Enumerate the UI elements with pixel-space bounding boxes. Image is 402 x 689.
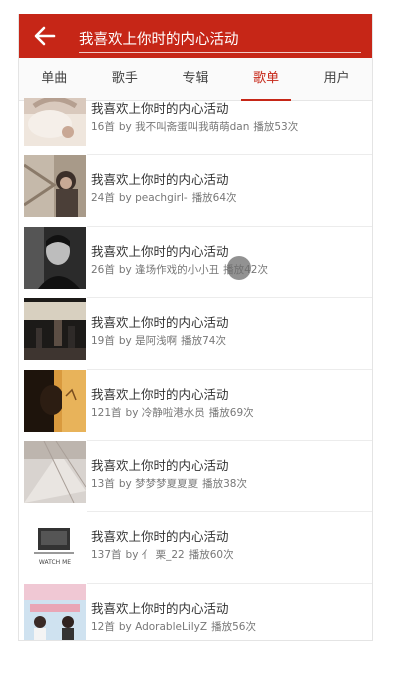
search-input[interactable] — [79, 24, 361, 53]
playlist-meta: 12首 by AdorableLilyZ 播放56次 — [91, 619, 260, 634]
play-count: 播放60次 — [188, 549, 234, 562]
playlist-title: 我喜欢上你时的内心活动 — [91, 172, 229, 188]
playlist-title: 我喜欢上你时的内心活动 — [91, 600, 229, 616]
play-count: 播放56次 — [211, 620, 256, 633]
playlist-title: 我喜欢上你时的内心活动 — [91, 457, 229, 473]
track-count: 16首 — [91, 121, 115, 133]
tab-songs[interactable]: 单曲 — [19, 58, 90, 100]
playlist-meta: 13首 by 梦梦梦夏夏夏 播放38次 — [91, 476, 251, 491]
creator: by 是阿浅啊 — [118, 335, 178, 348]
playlist-meta: 121首 by 冷静啦港水员 播放69次 — [91, 405, 258, 420]
track-count: 12首 — [91, 620, 115, 633]
playlist-cover — [24, 440, 86, 503]
playlist-meta: 26首 by 逢场作戏的小小丑 播放42次 — [91, 262, 272, 277]
list-item[interactable]: WATCH ME 我喜欢上你时的内心活动 137首 by 亻 栗_22 播放60次 — [19, 512, 372, 585]
play-count: 播放53次 — [253, 121, 299, 133]
creator: by 冷静啦港水员 — [125, 406, 205, 419]
top-bar — [19, 14, 372, 58]
back-arrow-icon[interactable] — [31, 22, 59, 50]
playlist-cover — [24, 155, 86, 218]
tab-artists[interactable]: 歌手 — [90, 58, 161, 100]
playlist-title: 我喜欢上你时的内心活动 — [91, 529, 229, 545]
playlist-meta: 24首 by peachgirl- 播放64次 — [91, 190, 241, 205]
track-count: 24首 — [91, 192, 115, 205]
list-item[interactable]: 我喜欢上你时的内心活动 24首 by peachgirl- 播放64次 — [19, 155, 372, 228]
track-count: 26首 — [91, 263, 115, 276]
list-item[interactable]: 我喜欢上你时的内心活动 19首 by 是阿浅啊 播放74次 — [19, 298, 372, 370]
track-count: 19首 — [91, 335, 115, 348]
playlist-title: 我喜欢上你时的内心活动 — [91, 243, 229, 259]
playlist-meta: 137首 by 亻 栗_22 播放60次 — [91, 547, 238, 562]
play-count: 播放74次 — [181, 335, 226, 348]
playlist-cover — [24, 298, 86, 361]
list-item[interactable]: 我喜欢上你时的内心活动 12首 by AdorableLilyZ 播放56次 — [19, 583, 372, 640]
creator: by 我不叫斋蛋叫我萌萌dan — [118, 121, 250, 133]
playlist-cover: WATCH ME — [24, 512, 86, 575]
tab-playlists[interactable]: 歌单 — [231, 58, 302, 101]
play-count: 播放69次 — [208, 406, 254, 419]
list-item[interactable]: 我喜欢上你时的内心活动 13首 by 梦梦梦夏夏夏 播放38次 — [19, 440, 372, 513]
app-window: 单曲 歌手 专辑 歌单 用户 我喜欢上你时的内心活动 16首by 我不叫斋蛋叫我… — [18, 14, 373, 641]
list-item[interactable]: 我喜欢上你时的内心活动 26首 by 逢场作戏的小小丑 播放42次 — [19, 226, 372, 299]
creator: by peachgirl- — [118, 192, 188, 205]
tab-albums[interactable]: 专辑 — [160, 58, 231, 100]
playlist-meta: 16首 by 我不叫斋蛋叫我萌萌dan 播放53次 — [91, 119, 302, 134]
creator: by AdorableLilyZ — [118, 620, 208, 633]
track-count: 137首 — [91, 549, 122, 562]
playlist-cover — [24, 226, 86, 289]
list-item[interactable]: 我喜欢上你时的内心活动 121首 by 冷静啦港水员 播放69次 — [19, 369, 372, 442]
playlist-list[interactable]: 我喜欢上你时的内心活动 16首 by 我不叫斋蛋叫我萌萌dan 播放53次 我喜欢上… — [19, 98, 372, 640]
playlist-title: 我喜欢上你时的内心活动 — [91, 315, 229, 331]
playlist-title: 我喜欢上你时的内心活动 — [91, 386, 229, 402]
track-count: 121首 — [91, 406, 122, 419]
playlist-cover — [24, 583, 86, 640]
track-count: 13首 — [91, 477, 115, 490]
creator: by 逢场作戏的小小丑 — [118, 263, 220, 276]
creator: by 梦梦梦夏夏夏 — [118, 477, 199, 490]
tab-users[interactable]: 用户 — [301, 58, 372, 100]
list-item[interactable]: 我喜欢上你时的内心活动 16首 by 我不叫斋蛋叫我萌萌dan 播放53次 — [19, 98, 372, 156]
watch-me-text: WATCH ME — [39, 559, 71, 566]
playlist-meta: 19首 by 是阿浅啊 播放74次 — [91, 333, 230, 348]
creator: by 亻 栗_22 — [125, 549, 185, 562]
play-count: 播放42次 — [223, 263, 268, 276]
play-count: 播放38次 — [202, 477, 247, 490]
playlist-cover — [24, 369, 86, 432]
play-count: 播放64次 — [191, 192, 237, 205]
tab-bar: 单曲 歌手 专辑 歌单 用户 — [19, 58, 372, 101]
playlist-title: 我喜欢上你时的内心活动 — [91, 101, 229, 116]
playlist-cover — [24, 98, 86, 146]
